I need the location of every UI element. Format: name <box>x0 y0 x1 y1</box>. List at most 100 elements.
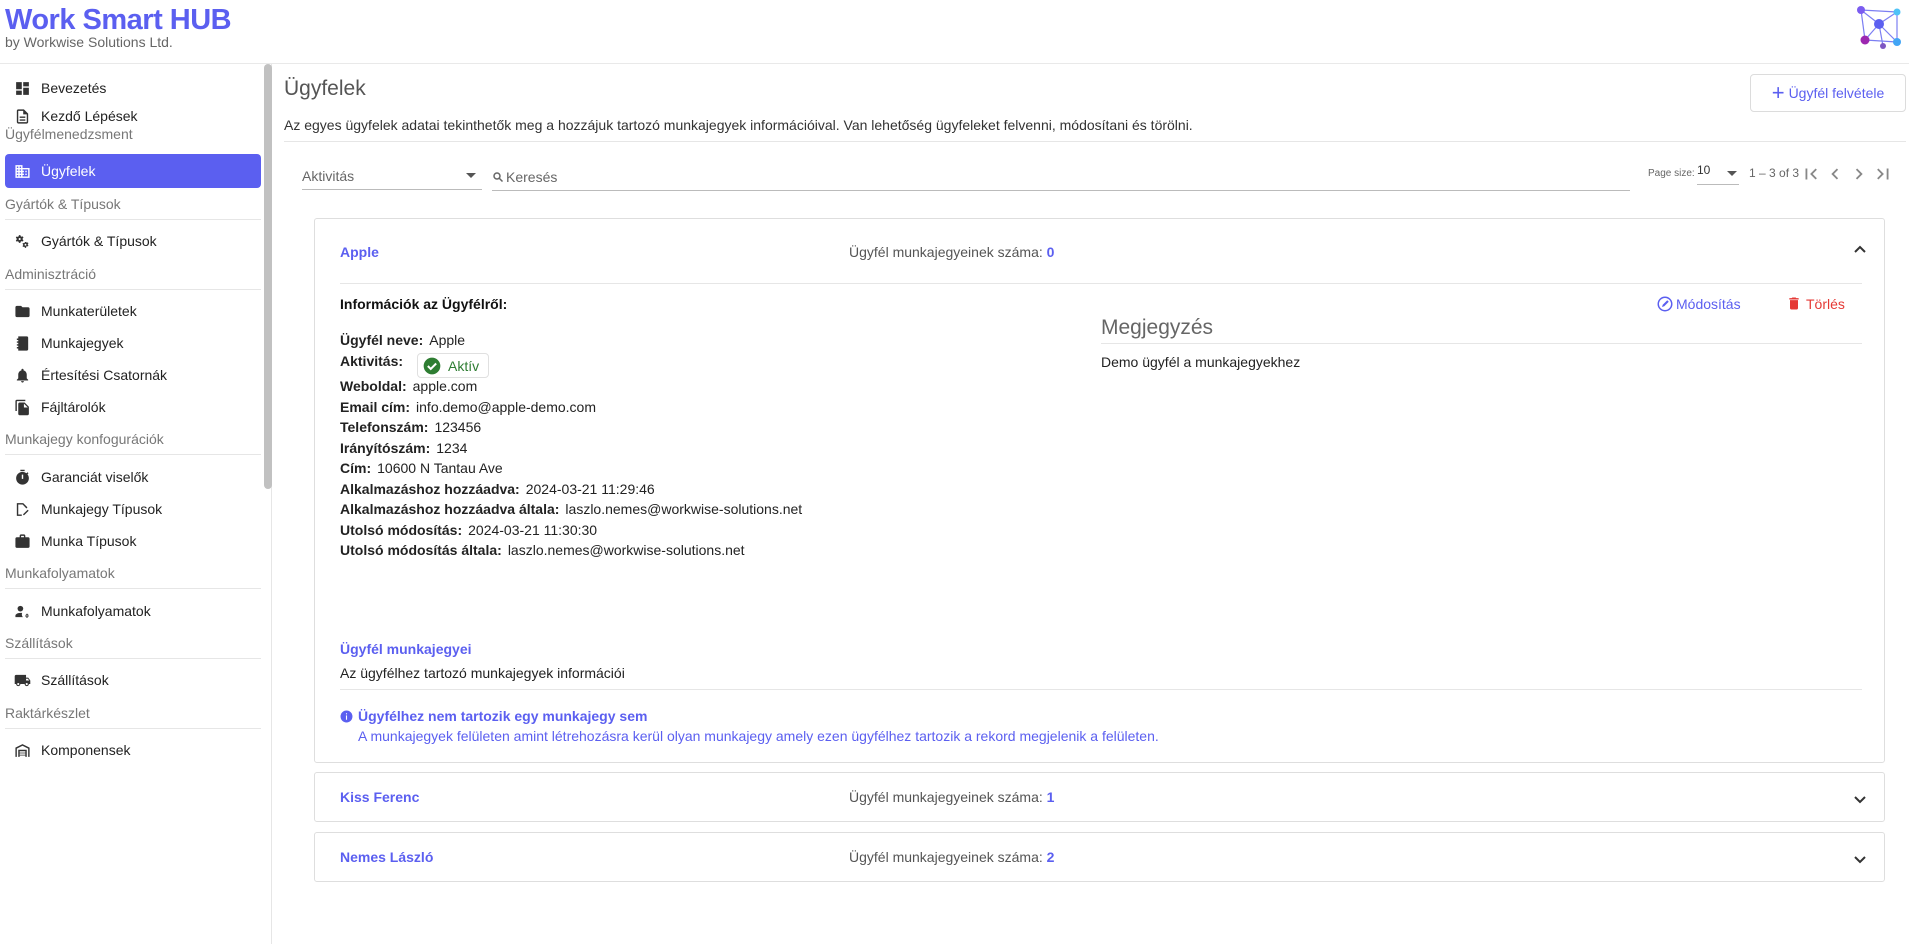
last-page-icon <box>1877 168 1889 180</box>
sidebar-scrollbar[interactable] <box>264 64 272 489</box>
caret-down-icon <box>466 173 476 178</box>
briefcase-icon <box>15 533 30 548</box>
page-title: Ügyfelek <box>284 77 366 100</box>
customer-name[interactable]: Nemes László <box>340 849 433 865</box>
sidebar-item-garanciat-viselok[interactable]: Garanciát viselők <box>5 460 261 494</box>
next-page-button[interactable] <box>1848 163 1870 185</box>
sidebar-item-label: Garanciát viselők <box>41 469 149 485</box>
search-icon <box>493 172 504 183</box>
search-input[interactable] <box>506 169 1606 185</box>
files-icon <box>15 399 29 415</box>
stopwatch-icon <box>16 469 29 485</box>
page-size-select[interactable]: 10 <box>1697 163 1739 185</box>
sidebar-item-label: Szállítások <box>41 672 109 688</box>
sidebar-item-label: Kezdő Lépések <box>41 108 138 124</box>
sidebar-item-label: Munka Típusok <box>41 533 137 549</box>
nav-divider <box>5 588 261 589</box>
nav-section-title: Ügyfélmenedzsment <box>5 126 133 142</box>
sidebar-item-munkajegy-tipusok[interactable]: Munkajegy Típusok <box>5 492 261 526</box>
sidebar-item-szallitasok[interactable]: Szállítások <box>5 663 261 697</box>
app-subtitle: by Workwise Solutions Ltd. <box>5 34 173 50</box>
plus-icon: + <box>1771 80 1785 105</box>
field-website: Weboldal: apple.com <box>340 378 478 394</box>
delete-button[interactable]: Törlés <box>1786 295 1845 312</box>
customer-name[interactable]: Apple <box>340 244 379 260</box>
ticket-count-value: 1 <box>1046 789 1055 805</box>
sidebar-item-munkajegyek[interactable]: Munkajegyek <box>5 326 261 360</box>
empty-state-title: Ügyfélhez nem tartozik egy munkajegy sem <box>340 708 647 724</box>
app-title: Work Smart HUB <box>5 4 232 36</box>
nav-divider <box>5 728 261 729</box>
notebook-icon <box>16 335 29 351</box>
gears-icon <box>15 234 29 248</box>
chevron-up-icon <box>1854 245 1866 253</box>
nav-section-title: Adminisztráció <box>5 266 97 282</box>
last-page-button[interactable] <box>1872 163 1894 185</box>
folder-icon <box>15 305 30 317</box>
sidebar-item-komponensek[interactable]: Komponensek <box>5 733 261 767</box>
first-page-button[interactable] <box>1800 163 1822 185</box>
note-text: Demo ügyfél a munkajegyekhez <box>1101 354 1301 370</box>
sidebar-item-ugyfelek[interactable]: Ügyfelek <box>5 154 261 188</box>
check-circle-icon <box>423 357 441 374</box>
customer-name[interactable]: Kiss Ferenc <box>340 789 419 805</box>
sidebar-item-label: Fájltárolók <box>41 399 106 415</box>
nav-section-title: Szállítások <box>5 635 73 651</box>
sidebar-item-label: Komponensek <box>41 742 131 758</box>
trash-icon <box>1789 297 1799 310</box>
field-created-at: Alkalmazáshoz hozzáadva: 2024-03-21 11:29… <box>340 481 655 497</box>
card-divider <box>340 283 1862 284</box>
app-header: Work Smart HUB by Workwise Solutions Ltd… <box>0 0 1909 64</box>
tag-edit-icon <box>16 502 29 516</box>
status-badge: Aktív <box>417 353 489 378</box>
sidebar-item-label: Munkajegy Típusok <box>41 501 163 517</box>
tickets-section-title: Ügyfél munkajegyei <box>340 641 472 657</box>
sidebar-item-munkafolyamatok[interactable]: Munkafolyamatok <box>5 594 261 628</box>
sidebar-item-munkateruletek[interactable]: Munkaterületek <box>5 294 261 328</box>
sidebar-item-label: Bevezetés <box>41 80 107 96</box>
field-activity: Aktivitás: <box>340 353 404 369</box>
sidebar-item-fajltarolok[interactable]: Fájltárolók <box>5 390 261 424</box>
nav-divider <box>5 219 261 220</box>
nav-section-title: Raktárkészlet <box>5 705 90 721</box>
card-divider <box>340 689 1862 690</box>
chevron-left-icon <box>1831 168 1839 180</box>
search-field[interactable] <box>492 164 1630 191</box>
ticket-count: Ügyfél munkajegyeinek száma: 1 <box>849 789 1054 805</box>
expand-button[interactable] <box>1852 851 1868 867</box>
page-size-value: 10 <box>1697 163 1711 177</box>
add-customer-button[interactable]: + Ügyfél felvétele <box>1750 74 1906 112</box>
note-title: Megjegyzés <box>1101 316 1214 339</box>
page-size-label: Page size: <box>1648 168 1695 179</box>
chevron-down-icon <box>1854 796 1866 804</box>
customer-card: Apple Ügyfél munkajegyeinek száma: 0 Inf… <box>314 218 1885 763</box>
activity-filter-select[interactable]: Aktivitás <box>302 162 482 190</box>
sidebar-item-label: Munkaterületek <box>41 303 137 319</box>
sidebar-item-gyartok[interactable]: Gyártók & Típusok <box>5 224 261 258</box>
edit-button[interactable]: Módosítás <box>1656 295 1741 313</box>
truck-icon <box>14 674 31 686</box>
expand-button[interactable] <box>1852 791 1868 807</box>
first-page-icon <box>1805 168 1817 180</box>
collapse-button[interactable] <box>1852 242 1868 258</box>
ticket-count-label: Ügyfél munkajegyeinek száma: <box>849 849 1043 865</box>
sidebar-item-label: Gyártók & Típusok <box>41 233 157 249</box>
customer-card[interactable]: Kiss Ferenc Ügyfél munkajegyeinek száma:… <box>314 772 1885 822</box>
empty-state-title-text: Ügyfélhez nem tartozik egy munkajegy sem <box>358 708 648 724</box>
nav-divider <box>5 658 261 659</box>
prev-page-button[interactable] <box>1824 163 1846 185</box>
activity-filter-label: Aktivitás <box>302 167 355 184</box>
status-label: Aktív <box>448 357 480 374</box>
add-customer-label: Ügyfél felvétele <box>1788 85 1885 101</box>
info-icon <box>340 710 353 722</box>
field-phone: Telefonszám: 123456 <box>340 419 482 435</box>
nav-divider <box>5 289 261 290</box>
sidebar-item-ertesitesi-csatornak[interactable]: Értesítési Csatornák <box>5 358 261 392</box>
sidebar-item-label: Ügyfelek <box>41 163 96 179</box>
empty-state-description: A munkajegyek felületen amint létrehozás… <box>358 728 1159 744</box>
warehouse-icon <box>15 743 30 757</box>
customer-card[interactable]: Nemes László Ügyfél munkajegyeinek száma… <box>314 832 1885 882</box>
field-email: Email cím: info.demo@apple-demo.com <box>340 399 597 415</box>
sidebar: Bevezetés Kezdő Lépések Ügyfélmenedzsmen… <box>0 64 272 944</box>
sidebar-item-munka-tipusok[interactable]: Munka Típusok <box>5 524 261 558</box>
